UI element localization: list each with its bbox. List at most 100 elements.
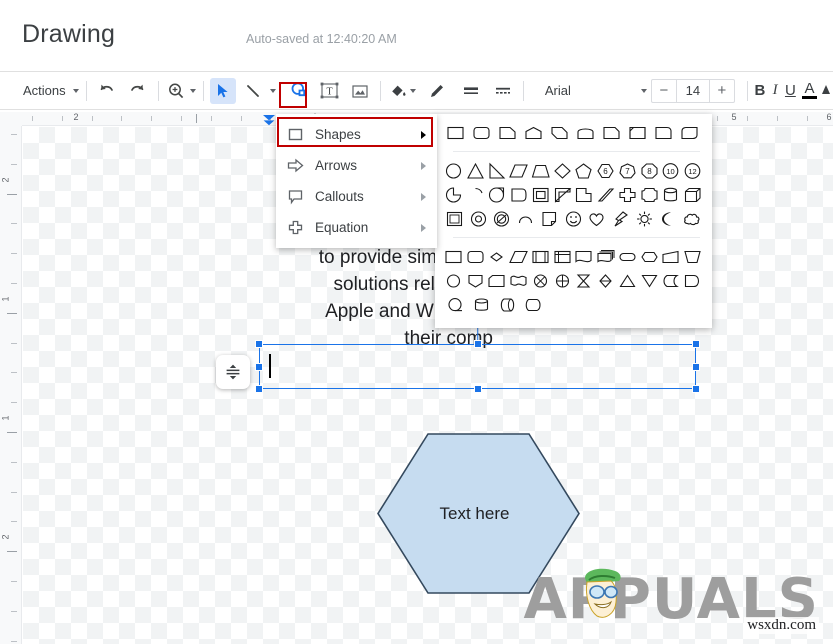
actions-menu-button[interactable]: Actions — [20, 78, 79, 104]
shape-lightning-bolt[interactable] — [609, 208, 633, 231]
shape-trapezoid[interactable] — [530, 160, 552, 183]
shape-folded-corner[interactable] — [574, 184, 596, 207]
shape-flowchart-stored-data[interactable] — [661, 270, 683, 293]
shape-bevel-diagonal[interactable] — [595, 184, 617, 207]
shape-tool-button[interactable] — [287, 78, 313, 104]
shape-flowchart-sort[interactable] — [595, 270, 617, 293]
bold-button[interactable]: B — [754, 78, 765, 104]
shape-round-diagonal-corner-rectangle[interactable] — [677, 122, 703, 145]
shape-half-frame-round[interactable] — [508, 184, 530, 207]
shape-flowchart-alternate-process[interactable] — [465, 246, 487, 269]
shape-flowchart-merge[interactable] — [639, 270, 661, 293]
text-color-button[interactable]: A — [802, 78, 818, 104]
shape-parallelogram[interactable] — [508, 160, 530, 183]
line-tool-button[interactable] — [240, 78, 266, 104]
shape-corner[interactable] — [552, 184, 574, 207]
resize-handle-w[interactable] — [255, 362, 263, 371]
highlight-color-button[interactable] — [819, 78, 833, 104]
shape-frame[interactable] — [530, 184, 552, 207]
shape-triangle[interactable] — [465, 160, 487, 183]
shape-diamond[interactable] — [552, 160, 574, 183]
indent-marker-icon[interactable] — [261, 114, 277, 126]
shape-flowchart-terminator[interactable] — [617, 246, 639, 269]
increase-font-size-button[interactable]: + — [710, 80, 734, 102]
selected-textbox[interactable] — [255, 317, 700, 393]
shape-flowchart-extract[interactable] — [617, 270, 639, 293]
font-size-stepper[interactable]: − 14 + — [650, 78, 735, 103]
shape-moon[interactable] — [657, 208, 681, 231]
shape-flowchart-punched-tape[interactable] — [508, 270, 530, 293]
shape-cloud[interactable] — [680, 208, 704, 231]
resize-handle-s[interactable] — [473, 385, 482, 393]
shape-flowchart-offpage-connector[interactable] — [465, 270, 487, 293]
line-color-button[interactable] — [424, 78, 450, 104]
redo-button[interactable] — [125, 78, 151, 104]
shape-flowchart-or[interactable] — [552, 270, 574, 293]
shape-menu-item-callouts[interactable]: Callouts — [276, 181, 437, 212]
shape-hexagon-6[interactable]: 6 — [595, 160, 617, 183]
shape-teardrop[interactable] — [487, 184, 509, 207]
shape-flowchart-display[interactable] — [521, 294, 547, 317]
shape-flowchart-internal-storage[interactable] — [552, 246, 574, 269]
shape-flowchart-magnetic-disk[interactable] — [469, 294, 495, 317]
shape-flowchart-sequential-access-storage[interactable] — [443, 294, 469, 317]
shape-cylinder[interactable] — [661, 184, 683, 207]
line-tool-dropdown[interactable] — [266, 78, 280, 104]
shape-cross[interactable] — [617, 184, 639, 207]
shapes-palette[interactable]: 6 7 8 10 12 — [435, 114, 712, 328]
shape-rounded-rectangle[interactable] — [469, 122, 495, 145]
shape-cube[interactable] — [682, 184, 704, 207]
shape-octagon-8[interactable]: 8 — [639, 160, 661, 183]
shape-flowchart-summing-junction[interactable] — [530, 270, 552, 293]
line-dash-button[interactable] — [490, 78, 516, 104]
shape-round-single-corner-rectangle[interactable] — [651, 122, 677, 145]
shape-flowchart-card[interactable] — [487, 270, 509, 293]
decrease-font-size-button[interactable]: − — [652, 80, 676, 102]
resize-handle-se[interactable] — [692, 385, 700, 393]
vertical-ruler[interactable]: 2 1 1 2 — [0, 126, 22, 644]
italic-button[interactable]: I — [770, 78, 781, 104]
resize-handle-n[interactable] — [473, 340, 482, 348]
shape-pentagon-home[interactable] — [521, 122, 547, 145]
shape-menu-item-arrows[interactable]: Arrows — [276, 150, 437, 181]
shape-flowchart-process[interactable] — [443, 246, 465, 269]
shape-snip-single-corner-rectangle[interactable] — [495, 122, 521, 145]
shape-decagon-10[interactable]: 10 — [661, 160, 683, 183]
shape-document[interactable] — [538, 208, 562, 231]
resize-handle-e[interactable] — [692, 362, 700, 371]
shape-round-top-rectangle[interactable] — [573, 122, 599, 145]
shape-category-menu[interactable]: Shapes Arrows Callouts Equation — [276, 114, 437, 248]
shape-flowchart-multidocument[interactable] — [595, 246, 617, 269]
underline-button[interactable]: U — [785, 78, 796, 104]
shape-flowchart-manual-input[interactable] — [661, 246, 683, 269]
resize-handle-sw[interactable] — [255, 385, 263, 393]
shape-dodecagon-12[interactable]: 12 — [682, 160, 704, 183]
shape-pentagon[interactable] — [574, 160, 596, 183]
shape-sun[interactable] — [633, 208, 657, 231]
shape-pie[interactable] — [443, 184, 465, 207]
zoom-button[interactable] — [166, 78, 196, 104]
shape-donut[interactable] — [467, 208, 491, 231]
shape-flowchart-collate[interactable] — [574, 270, 596, 293]
fill-color-button[interactable] — [389, 78, 417, 104]
shape-rectangle[interactable] — [443, 122, 469, 145]
shape-menu-item-shapes[interactable]: Shapes — [276, 119, 437, 150]
select-tool-button[interactable] — [209, 77, 236, 104]
image-tool-button[interactable] — [347, 78, 373, 104]
shape-ellipse[interactable] — [443, 160, 465, 183]
resize-handle-nw[interactable] — [255, 340, 263, 348]
shape-flowchart-delay[interactable] — [682, 270, 704, 293]
shape-menu-item-equation[interactable]: Equation — [276, 212, 437, 243]
shape-flowchart-manual-operation[interactable] — [682, 246, 704, 269]
shape-arc-curve[interactable] — [514, 208, 538, 231]
resize-handle-ne[interactable] — [692, 340, 700, 348]
shape-no-symbol[interactable] — [490, 208, 514, 231]
shape-plaque[interactable] — [639, 184, 661, 207]
shape-heart[interactable] — [585, 208, 609, 231]
shape-snip-same-side-corner-rectangle[interactable] — [625, 122, 651, 145]
shape-flowchart-document[interactable] — [574, 246, 596, 269]
line-weight-button[interactable] — [458, 78, 484, 104]
undo-button[interactable] — [93, 78, 119, 104]
shape-flowchart-connector[interactable] — [443, 270, 465, 293]
shape-arc[interactable] — [465, 184, 487, 207]
